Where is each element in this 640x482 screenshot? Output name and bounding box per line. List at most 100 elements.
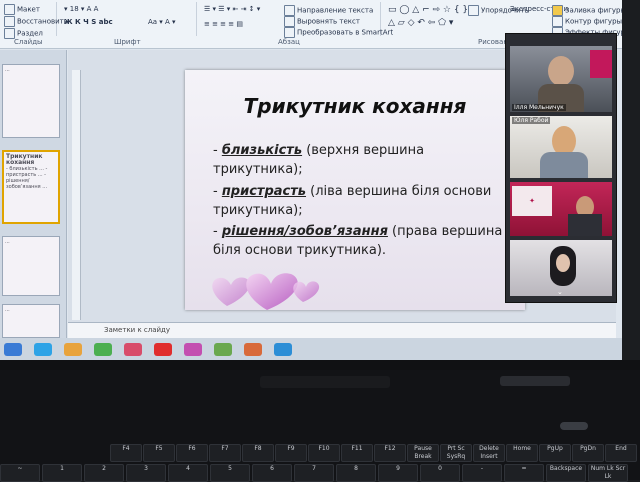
key-f11[interactable]: F11 [341, 444, 373, 462]
bullet-line-1[interactable]: - близькість (верхня вершина [213, 142, 424, 159]
participant-tile-4[interactable]: ⌄ [510, 240, 612, 296]
thumbnail-text: ... [5, 67, 10, 73]
key-10[interactable]: 9 [378, 464, 418, 482]
align-buttons[interactable]: ≡ ≡ ≡ ≡ ▤ [204, 20, 243, 28]
outline-icon [552, 16, 563, 27]
align-text-icon [284, 16, 295, 27]
shape-outline-button[interactable]: Контур фигуры [552, 16, 622, 27]
thumbnail-text: ... [5, 239, 10, 245]
key-5[interactable]: 4 [168, 464, 208, 482]
shape-fill-button[interactable]: Заливка фигуры [552, 5, 622, 16]
bullet-line-2[interactable]: трикутника); [213, 161, 303, 178]
paragraph-group: ☰ ▾ ☰ ▾ ⇤ ⇥ ↕ ▾ Направление текста Выров… [198, 2, 393, 38]
slide-thumbnail-6[interactable]: ... [2, 64, 60, 138]
taskbar-app-viber[interactable] [184, 343, 202, 356]
taskbar-app-zoom[interactable] [274, 343, 292, 356]
key-pause-break[interactable]: Pause Break [407, 444, 439, 462]
key-11[interactable]: 0 [420, 464, 460, 482]
key-7[interactable]: 6 [252, 464, 292, 482]
font-style-buttons[interactable]: Ж К Ч S abc [64, 18, 113, 26]
reset-icon [4, 16, 15, 27]
hearts-decoration [212, 273, 320, 310]
smartart-icon [284, 27, 295, 38]
shapes-gallery[interactable]: ▭ ◯ △ ⌐ ⇨ ☆ { } [388, 5, 468, 15]
chevron-down-icon[interactable]: ⌄ [557, 288, 563, 296]
participant-tile-3[interactable]: ✦ [510, 182, 612, 236]
align-text-button[interactable]: Выровнять текст [284, 16, 360, 27]
bullet-line-5[interactable]: - рішення/зобов’язання (права вершина [213, 223, 502, 240]
key-f7[interactable]: F7 [209, 444, 241, 462]
current-slide[interactable]: Трикутник кохання - близькість (верхня в… [185, 70, 525, 310]
power-button[interactable] [560, 422, 588, 430]
participant-name: Ілля Мельничук [512, 104, 566, 111]
key-end[interactable]: End [605, 444, 637, 462]
taskbar-app-media[interactable] [124, 343, 142, 356]
key-prt-sc-sysrq[interactable]: Prt Sc SysRq [440, 444, 472, 462]
key-home[interactable]: Home [506, 444, 538, 462]
participant-body [540, 152, 588, 178]
font-case-button[interactable]: Аа ▾ A ▾ [148, 18, 176, 26]
drawing-group: ▭ ◯ △ ⌐ ⇨ ☆ { } △ ▱ ◇ ↶ ⇦ ⬠ ▾ Упорядочит… [382, 2, 622, 38]
key-pgup[interactable]: PgUp [539, 444, 571, 462]
taskbar-app-opera[interactable] [154, 343, 172, 356]
key-15[interactable]: Num Lk Scr Lk [588, 464, 628, 482]
taskbar-app-other[interactable] [214, 343, 232, 356]
key-14[interactable]: Backspace [546, 464, 586, 482]
keyword-commitment: рішення/зобов’язання [221, 224, 388, 239]
text-direction-icon [284, 5, 295, 16]
slide-thumbnail-8[interactable]: ... [2, 236, 60, 296]
layout-button[interactable]: Макет [4, 4, 40, 15]
thumbnail-title: Трикутник кохання [6, 153, 43, 166]
slide-thumbnail-7[interactable]: Трикутник кохання - близькість ... - при… [2, 150, 60, 224]
key-f9[interactable]: F9 [275, 444, 307, 462]
group-label-paragraph: Абзац [278, 38, 300, 46]
key-f4[interactable]: F4 [110, 444, 142, 462]
key-f8[interactable]: F8 [242, 444, 274, 462]
slide-notes[interactable]: Заметки к слайду [68, 322, 616, 338]
bullet-line-6[interactable]: біля основи трикутника). [213, 242, 386, 259]
font-size-box[interactable]: ▾ 18 ▾ A A [64, 5, 98, 13]
key-f10[interactable]: F10 [308, 444, 340, 462]
slide-title[interactable]: Трикутник кохання [185, 94, 525, 118]
thumbnail-text: - близькість ... - пристрасть ... - ріше… [6, 166, 48, 190]
media-strip [500, 376, 570, 386]
bullet-line-4[interactable]: трикутника); [213, 202, 303, 219]
key-3[interactable]: 2 [84, 464, 124, 482]
taskbar-app-explorer[interactable] [34, 343, 52, 356]
participant-body [568, 214, 602, 236]
key-f12[interactable]: F12 [374, 444, 406, 462]
text-direction-button[interactable]: Направление текста [284, 5, 373, 16]
key-8[interactable]: 7 [294, 464, 334, 482]
vertical-ruler [72, 70, 81, 320]
participant-tile-1[interactable]: Ілля Мельничук [510, 46, 612, 112]
key-pgdn[interactable]: PgDn [572, 444, 604, 462]
list-buttons[interactable]: ☰ ▾ ☰ ▾ ⇤ ⇥ ↕ ▾ [204, 5, 260, 13]
key-2[interactable]: 1 [42, 464, 82, 482]
key-9[interactable]: 8 [336, 464, 376, 482]
laptop-keyboard: F4 F5 F6 F7 F8 F9 F10 F11 F12 Pause Break Prt Sc S… [0, 370, 640, 482]
taskbar-app-files[interactable] [64, 343, 82, 356]
key-1[interactable]: ~ [0, 464, 40, 482]
taskbar-app-chrome[interactable] [94, 343, 112, 356]
key-4[interactable]: 3 [126, 464, 166, 482]
keyword-passion: пристрасть [221, 184, 307, 199]
font-group: ▾ 18 ▾ A A Ж К Ч S abc Аа ▾ A ▾ [58, 2, 197, 36]
key-delete-insert[interactable]: Delete Insert [473, 444, 505, 462]
layout-icon [4, 4, 15, 15]
poster [590, 50, 612, 78]
key-f6[interactable]: F6 [176, 444, 208, 462]
slide-thumbnail-9[interactable]: ... [2, 304, 60, 338]
taskbar-app-powerpoint[interactable] [244, 343, 262, 356]
arrange-icon [468, 5, 479, 16]
hinge-bar [260, 376, 390, 388]
smartart-button[interactable]: Преобразовать в SmartArt [284, 27, 393, 38]
key-f5[interactable]: F5 [143, 444, 175, 462]
key-12[interactable]: - [462, 464, 502, 482]
key-6[interactable]: 5 [210, 464, 250, 482]
group-label-slides: Слайды [14, 38, 43, 46]
bullet-line-3[interactable]: - пристрасть (ліва вершина біля основи [213, 183, 491, 200]
start-button[interactable] [4, 343, 22, 356]
key-13[interactable]: = [504, 464, 544, 482]
shapes-gallery-row2[interactable]: △ ▱ ◇ ↶ ⇦ ⬠ ▾ [388, 18, 453, 28]
participant-tile-2[interactable]: Юля Рабой [510, 116, 612, 178]
